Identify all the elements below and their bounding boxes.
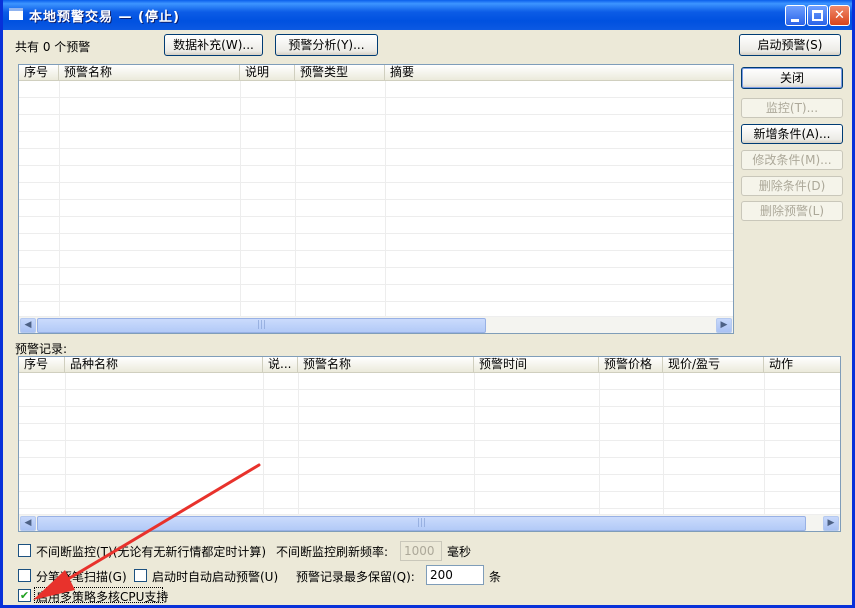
annotation-arrow-shaft: [51, 463, 261, 590]
main-window: 本地预警交易 — (停止) ✕ 共有 0 个预警 数据补充(W)... 预警分析…: [0, 0, 855, 608]
annotation-arrow: [33, 463, 261, 600]
annotation-arrow-head: [33, 570, 75, 600]
